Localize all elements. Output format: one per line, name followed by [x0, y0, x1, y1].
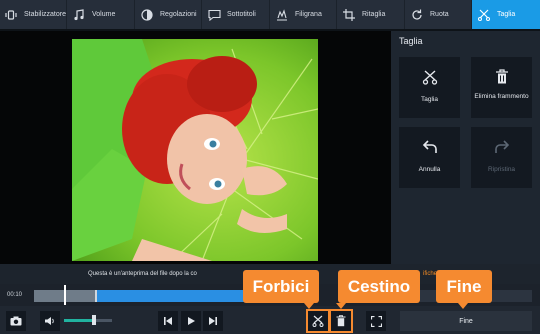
current-time: 00:10	[7, 292, 23, 298]
cut-panel: Taglia Taglia Elimina frammento Annulla …	[391, 31, 540, 264]
volume-knob[interactable]	[91, 315, 96, 325]
tool-subtitles[interactable]: Sottotitoli	[202, 0, 270, 29]
trash-icon	[471, 69, 532, 85]
crop-icon	[342, 8, 356, 22]
play-icon	[186, 316, 196, 326]
music-note-icon	[72, 8, 86, 22]
playback-controls: Fine	[0, 306, 540, 334]
redo-button[interactable]: Ripristina	[471, 127, 532, 188]
speaker-icon	[44, 316, 56, 326]
tool-rotate[interactable]: Ruota	[405, 0, 472, 29]
scissors-icon	[477, 8, 491, 22]
tool-label: Ruota	[430, 11, 449, 18]
callout-scissors-pointer	[304, 303, 314, 309]
done-button[interactable]: Fine	[400, 311, 532, 331]
callout-trash-pointer	[336, 303, 346, 309]
tool-label: Ritaglia	[362, 11, 386, 18]
previous-button[interactable]	[158, 311, 178, 331]
tool-label: Taglia	[497, 11, 516, 18]
play-button[interactable]	[181, 311, 201, 331]
cut-button-label: Taglia	[421, 96, 438, 103]
panel-title: Taglia	[399, 36, 423, 46]
preview-info-text: Questa è un'anteprima del file dopo la c…	[88, 271, 197, 277]
skip-back-icon	[163, 316, 173, 326]
stabilizer-icon	[5, 8, 18, 22]
tool-adjustments[interactable]: Regolazioni	[135, 0, 202, 29]
tool-label: Volume	[92, 11, 116, 18]
callout-scissors: Forbici	[243, 270, 319, 303]
watermark-icon	[275, 8, 289, 22]
camera-icon	[10, 316, 22, 326]
subtitles-icon	[207, 8, 221, 22]
preview-info-fragment: ifiche	[423, 271, 438, 277]
adjustments-icon	[140, 8, 154, 22]
tool-cut[interactable]: Taglia	[472, 0, 540, 29]
next-button[interactable]	[203, 311, 223, 331]
tool-stabilizer[interactable]: Stabilizzatore	[0, 0, 67, 29]
effects-toolbar: Stabilizzatore Volume Regolazioni Sottot…	[0, 0, 540, 29]
undo-icon	[399, 139, 460, 155]
trash-highlight	[329, 309, 353, 333]
tool-label: Regolazioni	[160, 11, 197, 18]
cut-marker[interactable]	[95, 290, 97, 302]
rotate-icon	[410, 8, 424, 22]
video-preview[interactable]	[0, 31, 391, 264]
preview-frame	[72, 39, 318, 261]
tool-crop[interactable]: Ritaglia	[337, 0, 405, 29]
fullscreen-icon	[370, 315, 382, 327]
redo-label: Ripristina	[487, 166, 516, 173]
undo-label: Annulla	[418, 166, 441, 173]
volume-level	[64, 319, 94, 322]
tool-label: Filigrana	[295, 11, 322, 18]
callout-done: Fine	[436, 270, 492, 303]
scissors-icon	[399, 69, 460, 85]
delete-fragment-label: Elimina frammento	[474, 93, 529, 100]
playhead[interactable]	[64, 285, 66, 305]
tool-watermark[interactable]: Filigrana	[270, 0, 337, 29]
snapshot-button[interactable]	[6, 311, 26, 331]
cut-button[interactable]: Taglia	[399, 57, 460, 118]
tool-label: Stabilizzatore	[23, 11, 66, 18]
tool-label: Sottotitoli	[227, 11, 256, 18]
callout-done-pointer	[458, 303, 468, 309]
undo-button[interactable]: Annulla	[399, 127, 460, 188]
mute-button[interactable]	[40, 311, 60, 331]
redo-icon	[471, 139, 532, 155]
tool-volume[interactable]: Volume	[67, 0, 135, 29]
fullscreen-button[interactable]	[366, 311, 386, 331]
delete-fragment-button[interactable]: Elimina frammento	[471, 57, 532, 118]
skip-forward-icon	[208, 316, 218, 326]
callout-trash: Cestino	[338, 270, 420, 303]
scissors-highlight	[306, 309, 330, 333]
